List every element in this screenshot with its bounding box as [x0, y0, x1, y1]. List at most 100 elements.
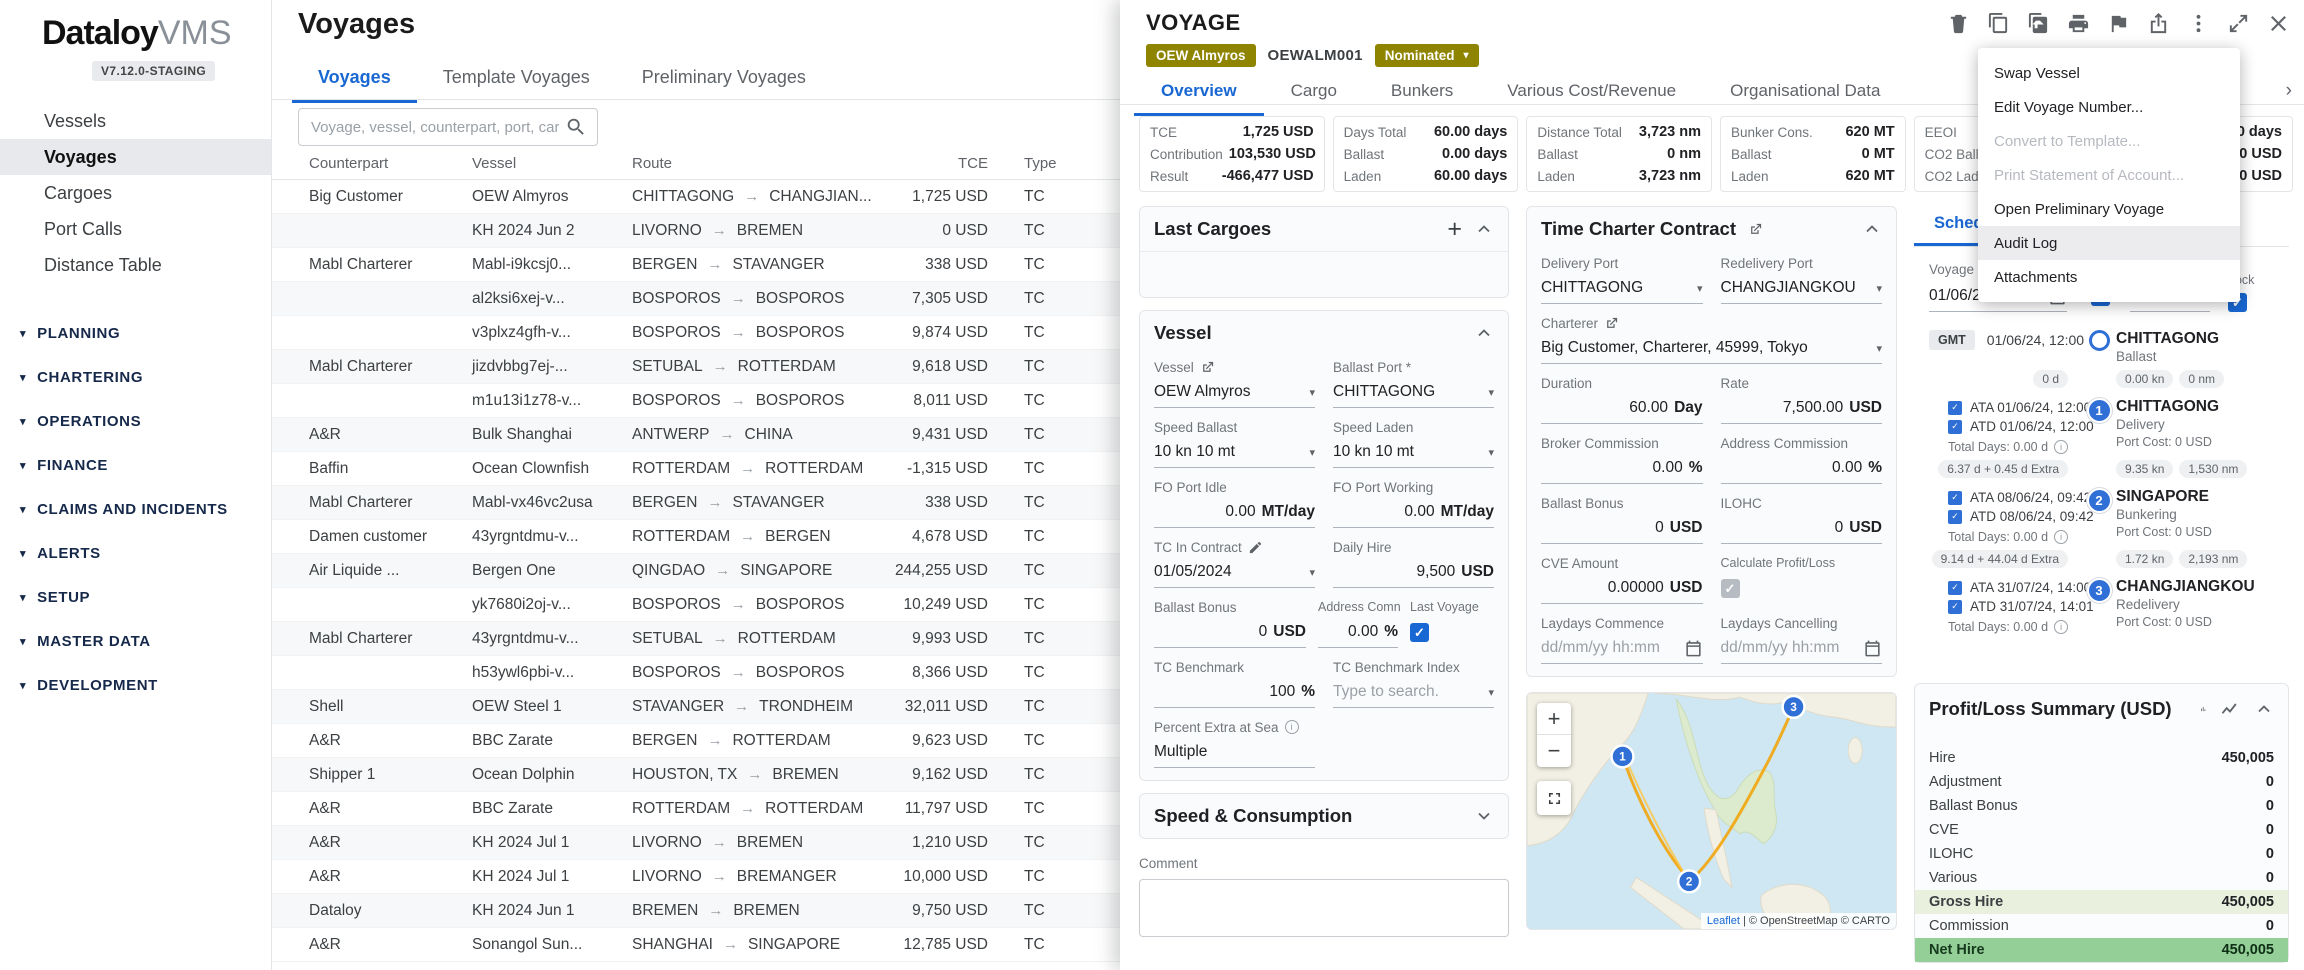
print-icon[interactable]	[2067, 12, 2090, 35]
daily-hire-input[interactable]: 9,500USD	[1333, 557, 1494, 588]
open-charterer-icon[interactable]	[1604, 316, 1619, 331]
sidebar-item-voyages[interactable]: Voyages	[0, 139, 271, 175]
open-vessel-icon[interactable]	[1200, 360, 1215, 375]
sidebar-item-port-calls[interactable]: Port Calls	[0, 211, 271, 247]
edit-contract-icon[interactable]	[1248, 540, 1263, 555]
rate-input[interactable]: 7,500.00USD	[1721, 393, 1883, 424]
sidebar-item-distance-table[interactable]: Distance Table	[0, 247, 271, 283]
sidebar-section-setup[interactable]: ▾SETUP	[0, 575, 271, 619]
column-counterpart[interactable]: Counterpart	[309, 155, 472, 172]
duplicate-voyage-icon[interactable]	[2027, 12, 2050, 35]
info-icon[interactable]: i	[2054, 620, 2068, 634]
tcc-ballast-bonus-input[interactable]: 0USD	[1541, 513, 1703, 544]
address-comn-input[interactable]: 0.00%	[1318, 617, 1398, 648]
column-route[interactable]: Route	[632, 155, 878, 172]
duration-input[interactable]: 60.00Day	[1541, 393, 1703, 424]
actual-time-checkbox[interactable]: ✓	[1948, 600, 1962, 614]
collapse-icon[interactable]	[1862, 219, 1882, 239]
speed-ballast-select[interactable]: 10 kn 10 mt▾	[1154, 437, 1315, 468]
leaflet-link[interactable]: Leaflet	[1707, 915, 1740, 927]
broker-commission-input[interactable]: 0.00%	[1541, 453, 1703, 484]
laydays-commence-input[interactable]: dd/mm/yy hh:mm	[1541, 633, 1703, 664]
menu-item-open-preliminary-voyage[interactable]: Open Preliminary Voyage	[1978, 192, 2240, 226]
port-name[interactable]: CHITTAGONG	[2116, 330, 2283, 348]
map-marker-1[interactable]: 1	[1612, 746, 1634, 768]
add-cargo-button[interactable]: +	[1447, 217, 1462, 242]
collapse-icon[interactable]	[1474, 219, 1494, 239]
info-icon[interactable]: i	[1285, 720, 1299, 734]
sidebar-item-vessels[interactable]: Vessels	[0, 103, 271, 139]
port-name[interactable]: SINGAPORE	[2116, 488, 2283, 506]
actual-time-checkbox[interactable]: ✓	[1948, 401, 1962, 415]
ilohc-input[interactable]: 0USD	[1721, 513, 1883, 544]
schedule-port-call[interactable]: ✓ATA 31/07/24, 14:00✓ATD 31/07/24, 14:01…	[1914, 572, 2289, 636]
delivery-port-select[interactable]: CHITTAGONG▾	[1541, 273, 1703, 304]
fo-port-idle-input[interactable]: 0.00MT/day	[1154, 497, 1315, 528]
zoom-in-button[interactable]: +	[1537, 703, 1571, 735]
calendar-icon[interactable]	[1684, 639, 1703, 658]
voyage-tab-bunkers[interactable]: Bunkers	[1364, 72, 1480, 116]
sidebar-section-master-data[interactable]: ▾MASTER DATA	[0, 619, 271, 663]
sidebar-section-planning[interactable]: ▾PLANNING	[0, 311, 271, 355]
route-map[interactable]: 1 2 3 + − Leaflet | © OpenStreetMap © CA…	[1526, 692, 1897, 930]
map-fullscreen-button[interactable]	[1537, 781, 1571, 815]
info-icon[interactable]: i	[2054, 440, 2068, 454]
speed-laden-select[interactable]: 10 kn 10 mt▾	[1333, 437, 1494, 468]
tc-in-contract-select[interactable]: 01/05/2024▾	[1154, 557, 1315, 588]
sidebar-section-finance[interactable]: ▾FINANCE	[0, 443, 271, 487]
sidebar-section-chartering[interactable]: ▾CHARTERING	[0, 355, 271, 399]
actual-time-checkbox[interactable]: ✓	[1948, 510, 1962, 524]
redelivery-port-select[interactable]: CHANGJIANGKOU▾	[1721, 273, 1883, 304]
bar-chart-icon[interactable]	[2200, 699, 2206, 719]
laydays-cancelling-input[interactable]: dd/mm/yy hh:mm	[1721, 633, 1883, 664]
expand-section-icon[interactable]	[1474, 806, 1494, 826]
column-vessel[interactable]: Vessel	[472, 155, 632, 172]
tab-template-voyages[interactable]: Template Voyages	[417, 58, 616, 103]
close-icon[interactable]	[2267, 12, 2290, 35]
search-input[interactable]	[311, 119, 559, 136]
ballast-bonus-input[interactable]: 0USD	[1154, 617, 1306, 648]
voyage-tab-various-cost-revenue[interactable]: Various Cost/Revenue	[1480, 72, 1703, 116]
menu-item-attachments[interactable]: Attachments	[1978, 260, 2240, 294]
calculate-pl-checkbox[interactable]: ✓	[1721, 579, 1740, 598]
sidebar-section-alerts[interactable]: ▾ALERTS	[0, 531, 271, 575]
calendar-icon[interactable]	[1863, 639, 1882, 658]
address-commission-input[interactable]: 0.00%	[1721, 453, 1883, 484]
menu-item-edit-voyage-number[interactable]: Edit Voyage Number...	[1978, 90, 2240, 124]
tc-benchmark-input[interactable]: 100%	[1154, 677, 1315, 708]
zoom-out-button[interactable]: −	[1537, 735, 1571, 767]
port-name[interactable]: CHITTAGONG	[2116, 398, 2283, 416]
tabs-scroll-right-icon[interactable]: ›	[2286, 80, 2292, 102]
actual-time-checkbox[interactable]: ✓	[1948, 420, 1962, 434]
delete-icon[interactable]	[1947, 12, 1970, 35]
percent-extra-input[interactable]: Multiple	[1154, 737, 1315, 768]
more-actions-icon[interactable]	[2187, 12, 2210, 35]
fo-port-working-input[interactable]: 0.00MT/day	[1333, 497, 1494, 528]
copy-icon[interactable]	[1987, 12, 2010, 35]
map-marker-3[interactable]: 3	[1783, 696, 1805, 718]
sidebar-section-operations[interactable]: ▾OPERATIONS	[0, 399, 271, 443]
sidebar-section-development[interactable]: ▾DEVELOPMENT	[0, 663, 271, 707]
tc-benchmark-index-input[interactable]: Type to search.▾	[1333, 677, 1494, 708]
column-tce[interactable]: TCE	[878, 155, 988, 172]
tab-preliminary-voyages[interactable]: Preliminary Voyages	[616, 58, 832, 103]
cve-amount-input[interactable]: 0.00000USD	[1541, 573, 1703, 604]
timezone-chip[interactable]: GMT	[1929, 330, 1975, 350]
actual-time-checkbox[interactable]: ✓	[1948, 491, 1962, 505]
vessel-select[interactable]: OEW Almyros▾	[1154, 377, 1315, 408]
charterer-select[interactable]: Big Customer, Charterer, 45999, Tokyo▾	[1541, 333, 1882, 364]
voyage-tab-cargo[interactable]: Cargo	[1264, 72, 1364, 116]
schedule-port-call[interactable]: ✓ATA 08/06/24, 09:42✓ATD 08/06/24, 09:42…	[1914, 482, 2289, 546]
status-dropdown[interactable]: Nominated▾	[1375, 44, 1479, 67]
share-icon[interactable]	[2147, 12, 2170, 35]
line-chart-icon[interactable]	[2220, 699, 2240, 719]
open-contract-icon[interactable]	[1748, 222, 1763, 237]
flag-icon[interactable]	[2107, 12, 2130, 35]
tab-voyages[interactable]: Voyages	[292, 58, 417, 103]
voyage-tab-overview[interactable]: Overview	[1134, 72, 1264, 116]
collapse-icon[interactable]	[1474, 323, 1494, 343]
sidebar-item-cargoes[interactable]: Cargoes	[0, 175, 271, 211]
expand-icon[interactable]	[2227, 12, 2250, 35]
map-marker-2[interactable]: 2	[1678, 870, 1700, 892]
actual-time-checkbox[interactable]: ✓	[1948, 581, 1962, 595]
